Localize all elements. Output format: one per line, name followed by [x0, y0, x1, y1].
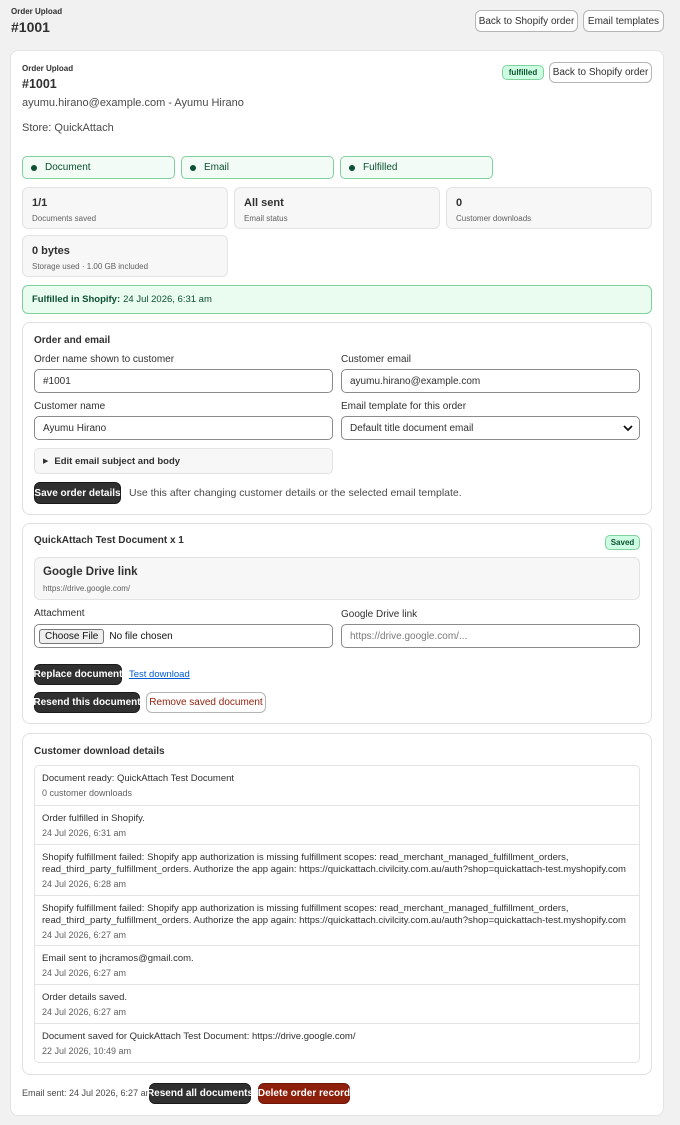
stat-value: 1/1 — [32, 197, 48, 209]
status-dot-icon — [31, 164, 37, 171]
fulfilled-status-badge: fulfilled — [502, 65, 544, 80]
status-dot-icon — [349, 164, 355, 171]
customer-name-input[interactable]: Ayumu Hirano — [34, 416, 333, 440]
header-email-templates-button[interactable]: Email templates — [583, 10, 664, 32]
save-order-details-button[interactable]: Save order details — [34, 482, 121, 504]
timeline-date: 24 Jul 2026, 6:31 am — [42, 828, 127, 838]
drive-link-url: https://drive.google.com/ — [43, 584, 131, 593]
stat-label: Documents saved — [32, 214, 97, 223]
stat-storage-used: 0 bytes Storage used · 1.00 GB included — [22, 235, 228, 277]
timeline-date: 24 Jul 2026, 6:27 am — [42, 930, 127, 940]
timeline-item: Order fulfilled in Shopify. 24 Jul 2026, … — [34, 805, 640, 845]
stat-value: 0 bytes — [32, 245, 70, 257]
status-pill-document: Document — [22, 156, 175, 179]
stat-value: All sent — [244, 197, 284, 209]
stat-value: 0 — [456, 197, 463, 209]
customer-email-input[interactable]: ayumu.hirano@example.com — [341, 369, 640, 393]
edit-email-toggle-label: Edit email subject and body — [54, 455, 181, 467]
fulfilled-banner: Fulfilled in Shopify: 24 Jul 2026, 6:31 … — [22, 285, 652, 314]
remove-saved-document-button[interactable]: Remove saved document — [146, 692, 266, 713]
timeline-message: Order fulfilled in Shopify. — [42, 813, 145, 824]
resend-all-documents-button[interactable]: Resend all documents — [147, 1083, 253, 1104]
status-pill-label: Fulfilled — [363, 162, 398, 173]
drive-link-input[interactable]: https://drive.google.com/... — [341, 624, 640, 648]
timeline-item: Order details saved. 24 Jul 2026, 6:27 am — [34, 984, 640, 1024]
timeline-message: Email sent to jhcramos@gmail.com. — [42, 953, 194, 964]
email-sent-text: Email sent: 24 Jul 2026, 6:27 am — [22, 1088, 154, 1098]
timeline-item: Shopify fulfillment failed: Shopify app … — [34, 895, 640, 947]
attachment-file-input[interactable]: Choose File No file chosen — [34, 624, 333, 648]
email-template-label: Email template for this order — [341, 401, 467, 412]
chevron-down-icon — [623, 424, 633, 432]
delete-order-record-button[interactable]: Delete order record — [258, 1083, 350, 1104]
timeline-item: Document ready: QuickAttach Test Documen… — [34, 766, 640, 805]
timeline-item: Shopify fulfillment failed: Shopify app … — [34, 844, 640, 896]
card-order-title: #1001 — [22, 77, 57, 91]
fulfilled-banner-date: 24 Jul 2026, 6:31 am — [123, 294, 212, 305]
choose-file-button[interactable]: Choose File — [39, 628, 105, 644]
status-dot-icon — [190, 164, 196, 171]
timeline-message: Document ready: QuickAttach Test Documen… — [42, 773, 235, 784]
document-title: QuickAttach Test Document x 1 — [34, 535, 184, 546]
stat-email-status: All sent Email status — [234, 187, 440, 229]
timeline-date: 22 Jul 2026, 10:49 am — [42, 1046, 132, 1056]
document-saved-badge: Saved — [605, 535, 640, 550]
stat-label: Storage used · 1.00 GB included — [32, 262, 149, 271]
page-section-label: Order Upload — [11, 7, 63, 16]
stat-customer-downloads: 0 Customer downloads — [446, 187, 652, 229]
card-back-to-shopify-button[interactable]: Back to Shopify order — [549, 62, 652, 83]
disclosure-triangle-icon: ▶ — [43, 458, 49, 465]
card-section-label: Order Upload — [22, 64, 74, 73]
timeline-item: Email sent to jhcramos@gmail.com. 24 Jul … — [34, 945, 640, 985]
drive-link-box — [34, 557, 640, 600]
page-title: #1001 — [11, 19, 50, 35]
drive-link-title: Google Drive link — [43, 566, 138, 578]
timeline-date: 24 Jul 2026, 6:28 am — [42, 879, 127, 889]
status-pill-fulfilled: Fulfilled — [340, 156, 493, 179]
customer-name-label: Customer name — [34, 401, 106, 412]
status-pill-label: Email — [204, 162, 230, 173]
customer-email-label: Customer email — [341, 354, 412, 365]
save-hint: Use this after changing customer details… — [129, 487, 462, 499]
download-details-title: Customer download details — [34, 746, 165, 757]
drive-link-label: Google Drive link — [341, 609, 418, 620]
resend-document-button[interactable]: Resend this document — [33, 692, 141, 713]
attachment-label: Attachment — [34, 608, 85, 619]
timeline-date: 24 Jul 2026, 6:27 am — [42, 1007, 127, 1017]
timeline-item: Document saved for QuickAttach Test Docu… — [34, 1023, 640, 1063]
stat-label: Email status — [244, 214, 288, 223]
header-back-to-shopify-button[interactable]: Back to Shopify order — [475, 10, 578, 32]
status-pill-label: Document — [45, 162, 91, 173]
test-download-link[interactable]: Test download — [129, 669, 190, 680]
timeline-message: Shopify fulfillment failed: Shopify app … — [42, 903, 626, 926]
order-email-title: Order and email — [34, 335, 111, 346]
timeline-date: 0 customer downloads — [42, 788, 133, 798]
timeline-date: 24 Jul 2026, 6:27 am — [42, 968, 127, 978]
order-name-input[interactable]: #1001 — [34, 369, 333, 393]
stat-documents-saved: 1/1 Documents saved — [22, 187, 228, 229]
timeline-message: Document saved for QuickAttach Test Docu… — [42, 1031, 356, 1042]
timeline-message: Order details saved. — [42, 992, 128, 1003]
replace-document-button[interactable]: Replace document — [34, 664, 122, 685]
edit-email-toggle[interactable]: ▶ Edit email subject and body — [34, 448, 333, 474]
stat-label: Customer downloads — [456, 214, 532, 223]
no-file-chosen-text: No file chosen — [109, 630, 173, 642]
order-name-label: Order name shown to customer — [34, 354, 175, 365]
status-pill-email: Email — [181, 156, 334, 179]
customer-line: ayumu.hirano@example.com - Ayumu Hirano — [22, 97, 244, 109]
email-template-select[interactable]: Default title document email — [341, 416, 640, 440]
email-template-selected: Default title document email — [350, 422, 474, 434]
timeline-message: Shopify fulfillment failed: Shopify app … — [42, 852, 626, 875]
store-line: Store: QuickAttach — [22, 122, 114, 134]
fulfilled-banner-label: Fulfilled in Shopify: — [32, 294, 121, 305]
